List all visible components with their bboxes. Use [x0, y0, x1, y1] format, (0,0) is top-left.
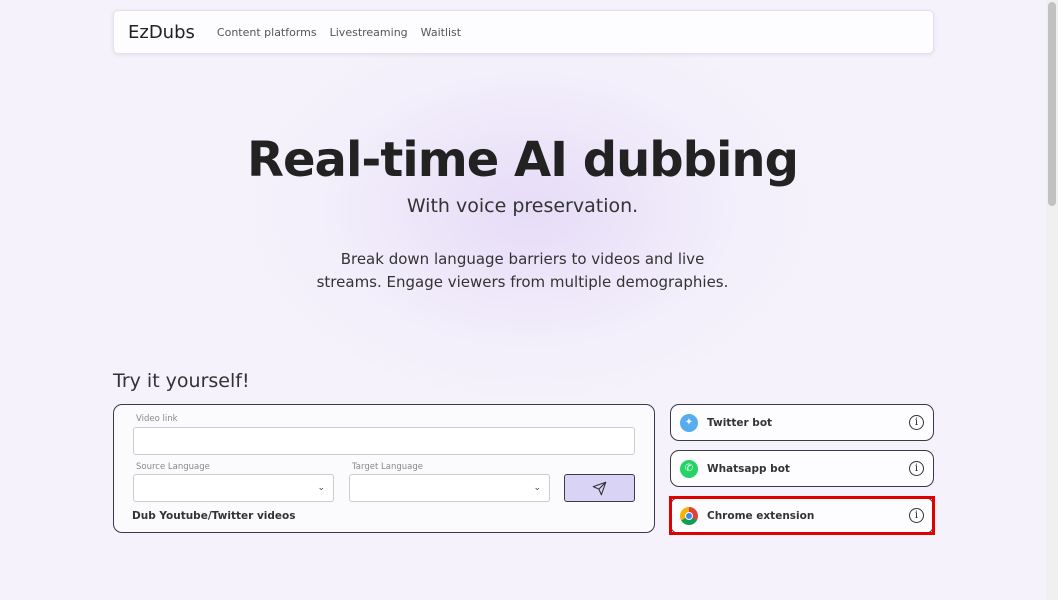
- twitter-icon: ✦: [680, 413, 698, 432]
- logo[interactable]: EzDubs: [128, 22, 195, 43]
- highlight-box: [669, 496, 935, 535]
- nav-livestreaming[interactable]: Livestreaming: [330, 26, 408, 39]
- scrollbar[interactable]: [1046, 0, 1058, 600]
- hero-description: Break down language barriers to videos a…: [0, 248, 1045, 294]
- dub-form: Video link Source Language ⌄ Target Lang…: [113, 404, 655, 533]
- twitter-bot-option[interactable]: ✦ Twitter bot i: [670, 404, 934, 441]
- option-label: Whatsapp bot: [707, 462, 790, 475]
- nav-content-platforms[interactable]: Content platforms: [217, 26, 317, 39]
- option-label: Twitter bot: [707, 416, 773, 429]
- whatsapp-icon: ✆: [680, 459, 698, 478]
- form-caption: Dub Youtube/Twitter videos: [132, 510, 296, 522]
- send-button[interactable]: [564, 474, 635, 502]
- target-language-select[interactable]: ⌄: [349, 474, 550, 502]
- chevron-down-icon: ⌄: [317, 483, 325, 493]
- source-language-label: Source Language: [136, 462, 210, 472]
- video-link-label: Video link: [136, 414, 178, 424]
- chevron-down-icon: ⌄: [533, 483, 541, 493]
- source-language-select[interactable]: ⌄: [133, 474, 334, 502]
- info-icon[interactable]: i: [909, 461, 924, 476]
- scrollbar-thumb[interactable]: [1048, 2, 1056, 206]
- info-icon[interactable]: i: [909, 415, 924, 430]
- desc-line: streams. Engage viewers from multiple de…: [316, 273, 729, 291]
- hero-subtitle: With voice preservation.: [406, 195, 639, 217]
- whatsapp-bot-option[interactable]: ✆ Whatsapp bot i: [670, 450, 934, 487]
- target-language-label: Target Language: [352, 462, 423, 472]
- try-heading: Try it yourself!: [113, 370, 250, 392]
- hero-title: Real-time AI dubbing: [247, 132, 799, 188]
- desc-line: Break down language barriers to videos a…: [340, 250, 705, 268]
- send-icon: [592, 481, 607, 495]
- nav-waitlist[interactable]: Waitlist: [421, 26, 461, 39]
- video-link-input[interactable]: [133, 427, 635, 455]
- navbar: EzDubs Content platforms Livestreaming W…: [113, 10, 934, 54]
